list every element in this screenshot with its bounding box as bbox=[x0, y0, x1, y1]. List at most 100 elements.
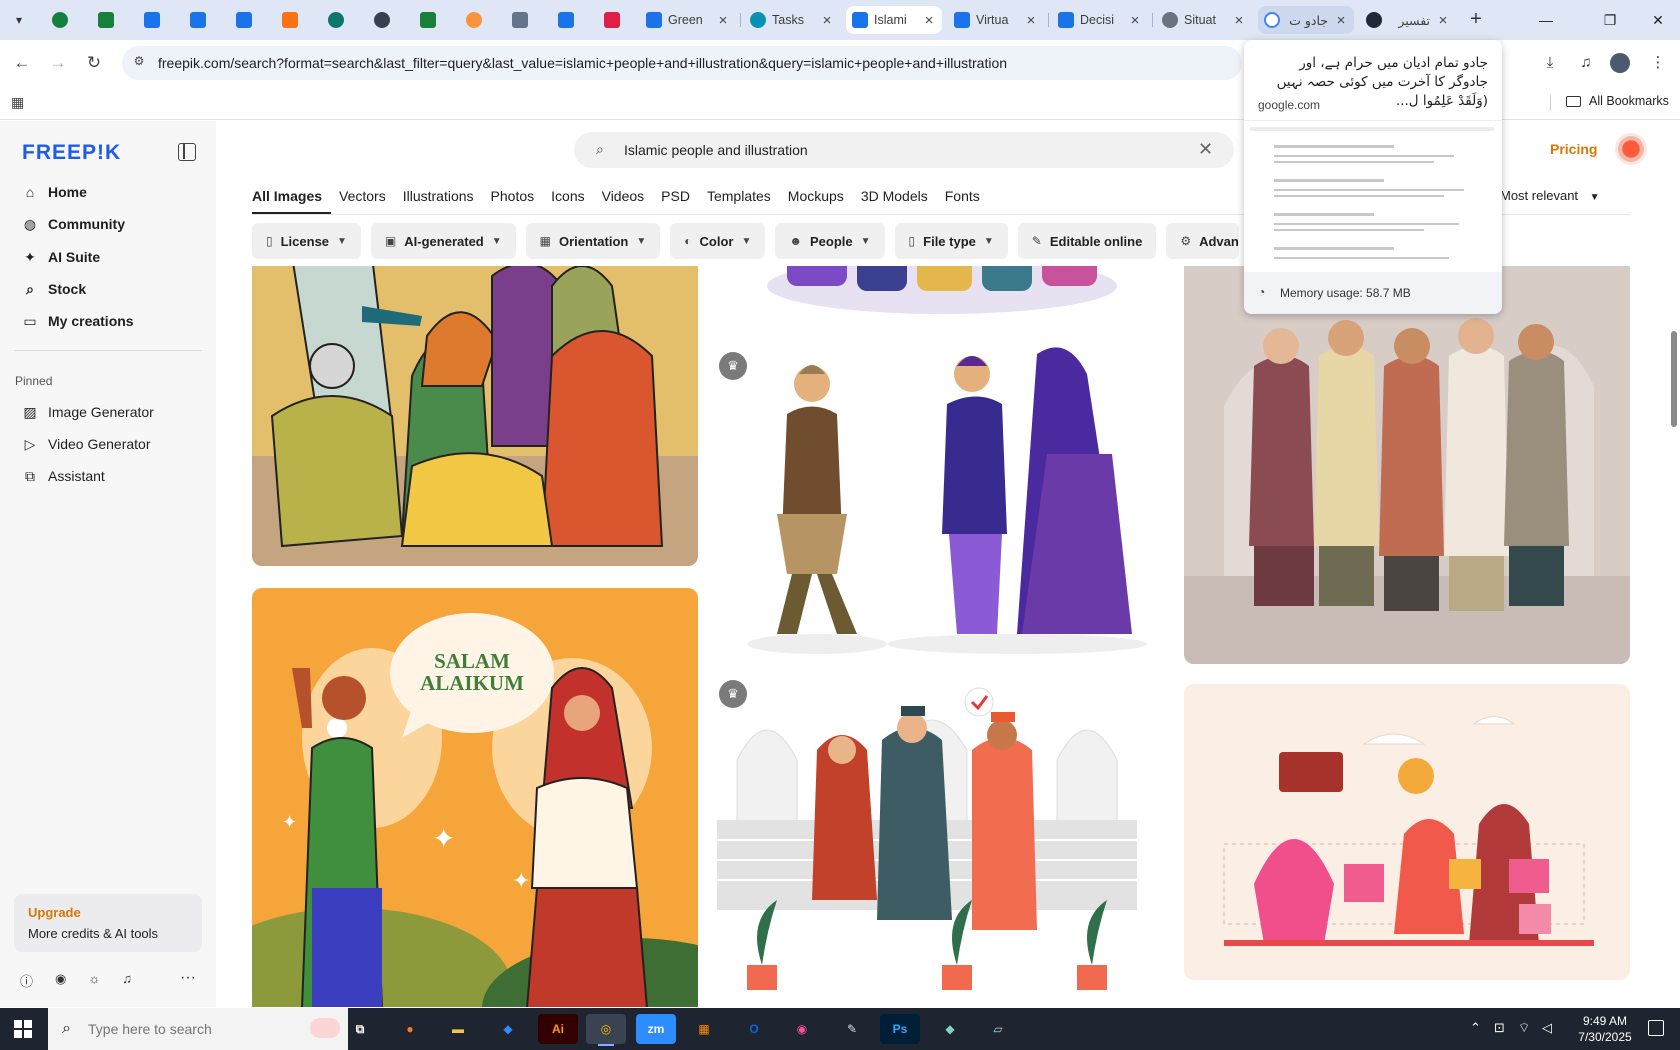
tab-situation[interactable]: Situat × bbox=[1156, 6, 1252, 34]
app-diamond-icon[interactable]: ◆ bbox=[930, 1014, 970, 1044]
creative-cloud-icon[interactable]: ◉ bbox=[782, 1014, 822, 1044]
tab-all-images[interactable]: All Images bbox=[252, 188, 332, 214]
result-card[interactable] bbox=[252, 266, 698, 566]
upgrade-card[interactable]: Upgrade More credits & AI tools bbox=[14, 894, 202, 952]
notepad-icon[interactable]: ▱ bbox=[978, 1014, 1018, 1044]
all-bookmarks-button[interactable]: All Bookmarks bbox=[1566, 94, 1669, 108]
taskbar-search-input[interactable] bbox=[88, 1008, 288, 1050]
new-tab-button[interactable]: + bbox=[1464, 8, 1488, 32]
clear-search-icon[interactable]: ✕ bbox=[1198, 139, 1213, 160]
file-explorer-icon[interactable]: ▬ bbox=[438, 1014, 478, 1044]
sidebar-item-home[interactable]: ⌂ Home bbox=[14, 177, 204, 207]
result-card[interactable] bbox=[1184, 684, 1630, 980]
sidebar-item-assistant[interactable]: ⧉ Assistant bbox=[14, 461, 204, 491]
filter-color[interactable]: ◐ Color ▼ bbox=[670, 223, 766, 259]
search-input[interactable] bbox=[624, 132, 1184, 168]
taskbar-clock[interactable]: 9:49 AM 7/30/2025 bbox=[1572, 1013, 1638, 1045]
filter-advanced[interactable]: ⚙ Advan bbox=[1166, 223, 1239, 259]
help-icon[interactable]: ⓘ bbox=[20, 971, 33, 990]
tab-icons[interactable]: Icons bbox=[551, 188, 593, 214]
close-icon[interactable]: × bbox=[922, 12, 936, 29]
close-icon[interactable]: × bbox=[1024, 12, 1038, 29]
forward-button[interactable]: → bbox=[46, 51, 70, 75]
sidebar-item-stock[interactable]: ⌕ Stock bbox=[14, 274, 204, 304]
apps-grid-icon[interactable]: ▦ bbox=[11, 94, 27, 110]
sidebar-item-image-generator[interactable]: ▨ Image Generator bbox=[14, 397, 204, 427]
sidebar-item-ai-suite[interactable]: ✦ AI Suite bbox=[14, 242, 204, 272]
pinned-tab-11[interactable] bbox=[502, 8, 538, 32]
menu-button[interactable]: ⋮ bbox=[1646, 51, 1670, 75]
task-view-icon[interactable]: ⧉ bbox=[340, 1014, 380, 1044]
pinned-tab-7[interactable] bbox=[318, 8, 354, 32]
more-horizontal-icon[interactable]: ··· bbox=[180, 969, 196, 987]
profile-avatar[interactable] bbox=[1610, 53, 1630, 73]
site-info-icon[interactable]: ⚙ bbox=[130, 54, 148, 72]
filter-orientation[interactable]: ▦ Orientation ▼ bbox=[525, 223, 661, 259]
pinned-tab-9[interactable] bbox=[410, 8, 446, 32]
pen-tool-icon[interactable]: ✎ bbox=[832, 1014, 872, 1044]
result-card[interactable]: ✦ ✦ ✦ SALAM ALAIKUM bbox=[252, 588, 698, 1007]
zoom-icon[interactable]: zm bbox=[636, 1014, 676, 1044]
close-icon[interactable]: × bbox=[1436, 12, 1450, 29]
tab-decision[interactable]: Decisi × bbox=[1052, 6, 1148, 34]
pinned-tab-13[interactable] bbox=[594, 8, 630, 32]
user-avatar[interactable] bbox=[1615, 133, 1647, 165]
tab-templates[interactable]: Templates bbox=[707, 188, 780, 214]
tab-fonts[interactable]: Fonts bbox=[945, 188, 989, 214]
sidebar-toggle-icon[interactable] bbox=[178, 143, 196, 161]
pinned-tab-3[interactable] bbox=[134, 8, 170, 32]
pinned-tab-2[interactable] bbox=[88, 8, 124, 32]
filter-ai-generated[interactable]: ▣ AI-generated ▼ bbox=[370, 223, 516, 259]
tab-tafseer[interactable]: تفسير × bbox=[1360, 6, 1456, 34]
close-icon[interactable]: × bbox=[1128, 12, 1142, 29]
network-icon[interactable]: ⊡ bbox=[1494, 1020, 1505, 1036]
close-icon[interactable]: × bbox=[716, 12, 730, 29]
media-button[interactable]: ♫ bbox=[1574, 51, 1598, 75]
downloads-button[interactable]: ⤓ bbox=[1538, 51, 1562, 75]
chrome-icon[interactable]: ◎ bbox=[586, 1014, 626, 1046]
filter-people[interactable]: ☻ People ▼ bbox=[775, 223, 885, 259]
tab-vectors[interactable]: Vectors bbox=[339, 188, 395, 214]
tab-islamic-freepik[interactable]: Islami × bbox=[846, 6, 942, 34]
freepik-logo[interactable]: FREEP!K bbox=[22, 141, 121, 165]
result-card[interactable] bbox=[717, 266, 1163, 320]
pinned-tab-4[interactable] bbox=[180, 8, 216, 32]
close-icon[interactable]: × bbox=[820, 12, 834, 29]
filter-editable-online[interactable]: ✎ Editable online bbox=[1017, 223, 1157, 259]
filter-file-type[interactable]: ▯ File type ▼ bbox=[894, 223, 1008, 259]
pricing-link[interactable]: Pricing bbox=[1550, 141, 1597, 157]
pinned-tab-1[interactable] bbox=[42, 8, 78, 32]
close-icon[interactable]: × bbox=[1334, 12, 1348, 29]
photoshop-icon[interactable]: Ps bbox=[880, 1014, 920, 1044]
result-card[interactable]: ♛ bbox=[717, 334, 1163, 664]
notification-icon[interactable] bbox=[1648, 1020, 1664, 1036]
volume-icon[interactable]: ◁ bbox=[1542, 1020, 1552, 1036]
vscode-icon[interactable]: ◆ bbox=[488, 1014, 528, 1044]
back-button[interactable]: ← bbox=[10, 51, 34, 75]
reload-button[interactable]: ↻ bbox=[82, 51, 106, 75]
pinned-tab-10[interactable] bbox=[456, 8, 492, 32]
pinned-tab-6[interactable] bbox=[272, 8, 308, 32]
sidebar-item-my-creations[interactable]: ▭ My creations bbox=[14, 306, 204, 336]
restore-button[interactable]: ❐ bbox=[1590, 8, 1630, 32]
tab-virtual[interactable]: Virtua × bbox=[948, 6, 1044, 34]
pinned-tab-12[interactable] bbox=[548, 8, 584, 32]
pinned-tab-8[interactable] bbox=[364, 8, 400, 32]
sort-dropdown[interactable]: Most relevant ▼ bbox=[1500, 188, 1600, 203]
app-grid-icon[interactable]: ▦ bbox=[684, 1014, 724, 1044]
tab-psd[interactable]: PSD bbox=[661, 188, 699, 214]
filter-license[interactable]: ▯ License ▼ bbox=[252, 223, 361, 259]
tab-3d-models[interactable]: 3D Models bbox=[861, 188, 937, 214]
firefox-icon[interactable]: ● bbox=[390, 1014, 430, 1044]
sidebar-item-community[interactable]: ◍ Community bbox=[14, 209, 204, 239]
tab-videos[interactable]: Videos bbox=[602, 188, 654, 214]
tab-green[interactable]: Green × bbox=[640, 6, 736, 34]
pinned-tab-5[interactable] bbox=[226, 8, 262, 32]
page-scrollbar[interactable] bbox=[1668, 121, 1680, 1007]
discord-icon[interactable]: ◉ bbox=[55, 971, 66, 990]
close-window-button[interactable]: ✕ bbox=[1638, 8, 1678, 32]
tab-tasks[interactable]: Tasks × bbox=[744, 6, 840, 34]
windows-start-icon[interactable] bbox=[14, 1020, 32, 1038]
tab-mockups[interactable]: Mockups bbox=[788, 188, 853, 214]
illustrator-icon[interactable]: Ai bbox=[538, 1014, 578, 1044]
